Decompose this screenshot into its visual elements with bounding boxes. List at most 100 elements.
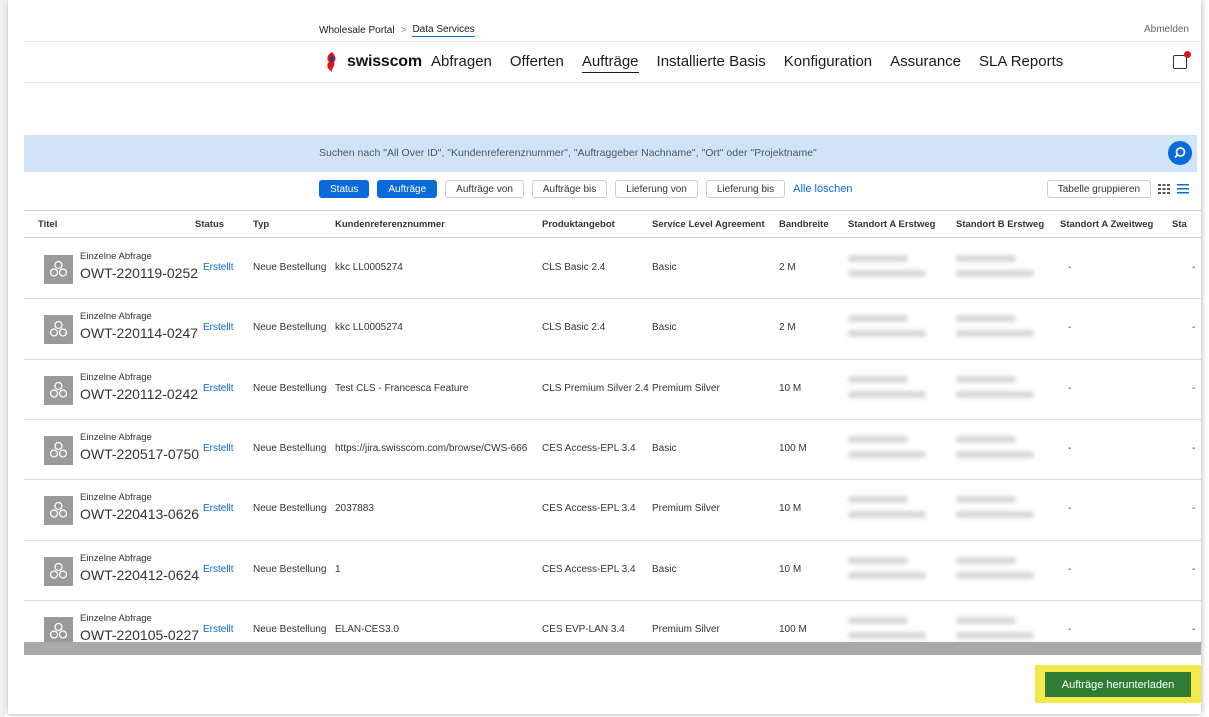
row-subtitle: Einzelne Abfrage	[80, 431, 152, 443]
order-id[interactable]: OWT-220105-0227	[80, 627, 199, 643]
filter-chip[interactable]: Status	[319, 180, 370, 198]
order-type: Neue Bestellung	[253, 623, 327, 635]
table-row[interactable]: Einzelne Abfrage OWT-220119-0252 Erstellt N…	[24, 238, 1201, 298]
status-link[interactable]: Erstellt	[203, 564, 234, 575]
table-row[interactable]: Einzelne Abfrage OWT-220517-0750 Erstellt N…	[24, 419, 1201, 479]
column-header[interactable]: Produktangebot	[542, 219, 615, 230]
table-row[interactable]: Einzelne Abfrage OWT-220112-0242 Erstellt N…	[24, 359, 1201, 419]
table-header: Titel Status Typ Kundenreferenznummer Produk…	[24, 210, 1201, 238]
window-left-edge	[0, 0, 5, 717]
column-header[interactable]: Standort B Erstweg	[956, 219, 1044, 230]
clear-filters-link[interactable]: Alle löschen	[793, 183, 852, 195]
order-id[interactable]: OWT-220112-0242	[80, 386, 198, 402]
order-type-icon	[44, 496, 73, 526]
search-input[interactable]: Suchen nach "All Over ID", "Kundenrefere…	[319, 147, 817, 159]
horizontal-scrollbar[interactable]	[24, 642, 1201, 655]
next-column-value: -	[1192, 623, 1196, 635]
breadcrumb-separator: >	[400, 25, 407, 36]
order-id[interactable]: OWT-220412-0624	[80, 567, 199, 583]
order-type: Neue Bestellung	[253, 322, 327, 334]
customer-reference: kkc LL0005274	[335, 262, 403, 273]
list-view-icon[interactable]	[1177, 184, 1189, 194]
search-bar[interactable]: Suchen nach "All Over ID", "Kundenrefere…	[24, 135, 1197, 172]
customer-reference: kkc LL0005274	[335, 322, 403, 334]
brand-logo[interactable]: swisscom	[323, 51, 422, 73]
table-row[interactable]: Einzelne Abfrage OWT-220114-0247 Erstellt N…	[24, 298, 1201, 358]
app-frame: Wholesale Portal > Data Services Abmelde…	[8, 0, 1201, 714]
bandwidth: 10 M	[779, 382, 802, 394]
group-table-button[interactable]: Tabelle gruppieren	[1046, 180, 1151, 198]
search-button[interactable]	[1168, 141, 1192, 165]
status-link[interactable]: Erstellt	[203, 383, 234, 394]
grid-view-icon[interactable]	[1158, 184, 1170, 194]
redacted-address	[848, 253, 940, 283]
breadcrumb: Wholesale Portal > Data Services	[319, 24, 475, 37]
product-offer: CLS Premium Silver 2.4	[542, 382, 649, 394]
redacted-address	[956, 434, 1048, 464]
filter-chip[interactable]: Aufträge von	[445, 180, 524, 198]
nav-item[interactable]: SLA Reports	[979, 53, 1063, 73]
site-a-secondary: -	[1068, 563, 1072, 575]
redacted-address	[956, 615, 1048, 643]
filter-chip[interactable]: Lieferung bis	[705, 180, 786, 198]
column-header[interactable]: Status	[195, 219, 224, 230]
nav-item[interactable]: Aufträge	[581, 53, 639, 73]
table-row[interactable]: Einzelne Abfrage OWT-220412-0624 Erstellt N…	[24, 540, 1201, 600]
notification-bell-icon[interactable]	[1173, 51, 1191, 69]
table-row[interactable]: Einzelne Abfrage OWT-220105-0227 Erstellt N…	[24, 600, 1201, 643]
search-icon	[1174, 147, 1186, 159]
column-header[interactable]: Sta	[1172, 219, 1187, 230]
site-a-secondary: -	[1068, 262, 1072, 273]
nav-item[interactable]: Assurance	[890, 53, 961, 73]
swisscom-logo-icon	[327, 52, 336, 72]
column-header[interactable]: Standort A Zweitweg	[1060, 219, 1153, 230]
customer-reference: https://jira.swisscom.com/browse/CWS-666	[335, 442, 528, 454]
row-subtitle: Einzelne Abfrage	[80, 492, 152, 504]
breadcrumb-root[interactable]: Wholesale Portal	[319, 25, 395, 36]
row-subtitle: Einzelne Abfrage	[80, 552, 152, 564]
download-orders-button[interactable]: Aufträge herunterladen	[1045, 672, 1191, 697]
order-type: Neue Bestellung	[253, 262, 327, 273]
order-type: Neue Bestellung	[253, 442, 327, 454]
filter-chip[interactable]: Aufträge bis	[531, 180, 608, 198]
site-a-secondary: -	[1068, 503, 1072, 515]
customer-reference: 2037883	[335, 503, 374, 515]
column-header[interactable]: Bandbreite	[779, 219, 829, 230]
column-header[interactable]: Titel	[38, 219, 57, 230]
column-header[interactable]: Typ	[253, 219, 269, 230]
logout-link[interactable]: Abmelden	[1144, 24, 1189, 35]
nav-item[interactable]: Konfiguration	[784, 53, 872, 73]
order-type-icon	[44, 556, 73, 586]
brand-name: swisscom	[347, 53, 422, 70]
order-id[interactable]: OWT-220114-0247	[80, 325, 198, 341]
table-row[interactable]: Einzelne Abfrage OWT-220413-0626 Erstellt N…	[24, 479, 1201, 539]
column-header[interactable]: Kundenreferenznummer	[335, 219, 445, 230]
filter-bar: Status Aufträge Aufträge von Aufträge bis Li…	[319, 180, 852, 198]
status-link[interactable]: Erstellt	[203, 624, 234, 635]
status-link[interactable]: Erstellt	[203, 443, 234, 454]
column-header[interactable]: Service Level Agreement	[652, 219, 765, 230]
filter-chip[interactable]: Aufträge	[377, 180, 438, 198]
status-link[interactable]: Erstellt	[203, 322, 234, 333]
order-id[interactable]: OWT-220413-0626	[80, 506, 199, 522]
breadcrumb-current[interactable]: Data Services	[412, 24, 475, 37]
nav-item[interactable]: Offerten	[510, 53, 564, 73]
order-type: Neue Bestellung	[253, 382, 327, 394]
next-column-value: -	[1192, 503, 1196, 515]
status-link[interactable]: Erstellt	[203, 503, 234, 514]
service-level: Basic	[652, 322, 677, 334]
status-link[interactable]: Erstellt	[203, 262, 234, 273]
nav-item[interactable]: Installierte Basis	[657, 53, 766, 73]
redacted-address	[848, 434, 940, 464]
order-id[interactable]: OWT-220517-0750	[80, 446, 199, 462]
service-level: Premium Silver	[652, 382, 720, 394]
divider	[24, 82, 1201, 83]
redacted-address	[956, 494, 1048, 524]
filter-chip[interactable]: Lieferung von	[615, 180, 698, 198]
next-column-value: -	[1192, 442, 1196, 454]
nav-item[interactable]: Abfragen	[431, 53, 492, 73]
column-header[interactable]: Standort A Erstweg	[848, 219, 935, 230]
bandwidth: 10 M	[779, 503, 802, 515]
order-id[interactable]: OWT-220119-0252	[80, 265, 198, 281]
highlight-box: Aufträge herunterladen	[1035, 665, 1201, 703]
